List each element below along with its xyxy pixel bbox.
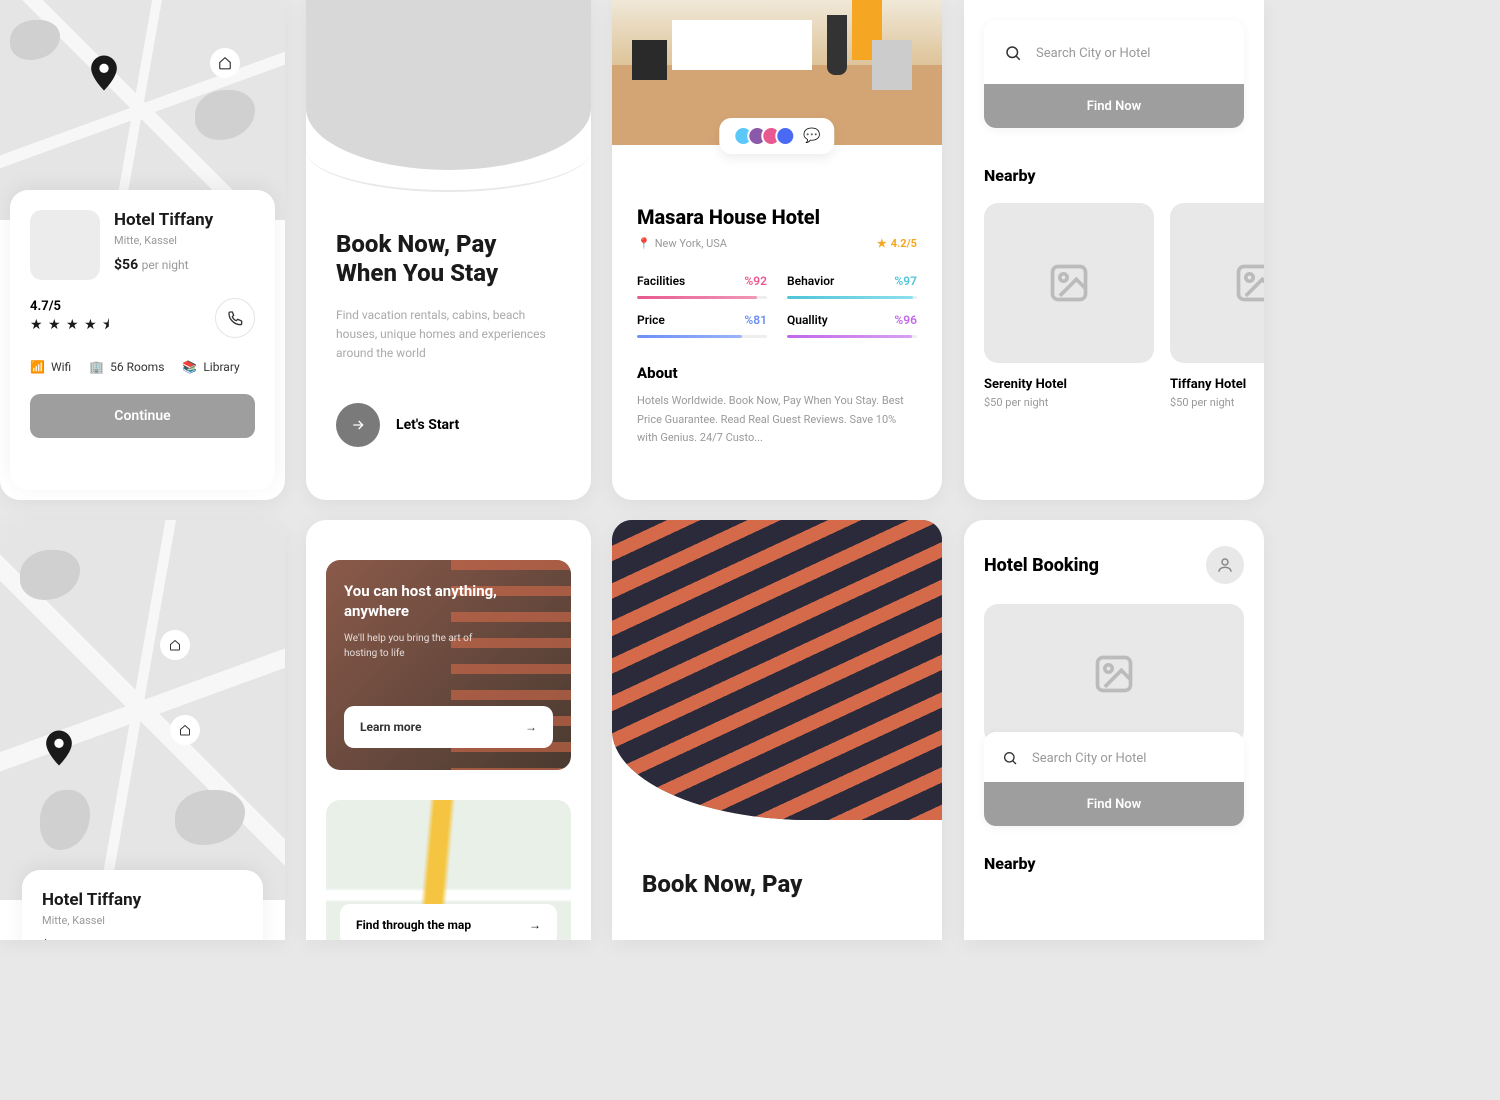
profile-button[interactable] [1206,546,1244,584]
screen-host-discover: You can host anything, anywhere We'll he… [306,520,591,940]
hotel-thumbnail [30,210,100,280]
map-pin-icon[interactable] [45,730,73,766]
map-pin-icon[interactable] [90,55,118,91]
nearby-card[interactable]: Serenity Hotel $50 per night [984,203,1154,409]
find-now-button[interactable]: Find Now [984,84,1244,128]
hotel-title: Masara House Hotel [637,205,917,229]
host-sub: We'll help you bring the art of hosting … [344,631,484,661]
start-button[interactable]: Let's Start [336,403,561,447]
amenity-rooms: 🏢56 Rooms [89,360,164,374]
learn-more-button[interactable]: Learn more → [344,706,553,748]
home-marker-icon[interactable] [170,715,200,745]
metric-facilities: Facilities%92 [637,274,767,299]
image-placeholder-icon [1170,203,1264,363]
arrow-right-icon: → [529,918,541,932]
wifi-icon: 📶 [30,360,45,374]
nearby-heading: Nearby [984,854,1244,873]
screen-onboarding: Book Now, Pay When You Stay Find vacatio… [306,0,591,500]
nearby-card[interactable]: Tiffany Hotel $50 per night [1170,203,1264,409]
rating-value: 4.7/5 [30,299,111,314]
hotel-name: Hotel Tiffany [42,890,243,910]
screen-hotel-detail-masara: 💬 Masara House Hotel 📍New York, USA ★4.2… [612,0,942,500]
image-placeholder-icon [984,203,1154,363]
headline: Book Now, Pay When You Stay [336,230,561,288]
call-button[interactable] [215,298,255,338]
about-text: Hotels Worldwide. Book Now, Pay When You… [637,392,917,448]
rooms-icon: 🏢 [89,360,104,374]
metric-price: Price%81 [637,313,767,338]
search-input[interactable]: Search City or Hotel [984,20,1244,86]
nearby-list[interactable]: Serenity Hotel $50 per night Tiffany Hot… [984,203,1244,409]
screen-search-nearby: Search City or Hotel Find Now Nearby Ser… [964,0,1264,500]
screen-hotel-booking-home: Hotel Booking Search City or Hotel Find … [964,520,1264,940]
search-icon [1002,750,1018,766]
search-icon [1004,44,1022,62]
guest-avatars[interactable]: 💬 [719,118,834,154]
user-icon [1216,556,1234,574]
find-now-button[interactable]: Find Now [984,782,1244,826]
metric-behavior: Behavior%97 [787,274,917,299]
home-marker-icon[interactable] [210,48,240,78]
screen-map-hotel-detail: Hotel Tiffany Mitte, Kassel $56 per nigh… [0,0,285,500]
page-title: Hotel Booking [984,555,1099,576]
subheadline: Find vacation rentals, cabins, beach hou… [336,306,561,364]
find-map-button[interactable]: Find through the map → [340,904,557,940]
library-icon: 📚 [182,360,197,374]
search-input[interactable]: Search City or Hotel [984,732,1244,784]
hotel-location: 📍New York, USA [637,237,727,250]
screen-onboarding-2: Book Now, Pay [612,520,942,940]
pin-icon: 📍 [637,237,651,250]
chat-icon: 💬 [803,128,820,144]
hero-image-placeholder [984,604,1244,744]
arrow-right-icon [336,403,380,447]
screen-map-hotel-detail-2: ← Hotel Tiffany Mitte, Kassel $56 per ni… [0,520,285,940]
hotel-rating: ★4.2/5 [877,237,917,250]
host-card: You can host anything, anywhere We'll he… [326,560,571,770]
amenity-library: 📚Library [182,360,239,374]
continue-button[interactable]: Continue [30,394,255,438]
hotel-card: Hotel Tiffany Mitte, Kassel $56 per nigh… [10,190,275,490]
amenity-wifi: 📶Wifi [30,360,71,374]
map-view[interactable] [0,520,285,900]
host-title: You can host anything, anywhere [344,582,553,621]
hero-image [306,0,591,170]
about-heading: About [637,364,917,382]
metric-quality: Quallity%96 [787,313,917,338]
hotel-price: $56 per night [42,937,243,940]
rating-stars-icon: ★ ★ ★ ★ ⯨ [30,314,111,338]
hotel-card: Hotel Tiffany Mitte, Kassel $56 per nigh… [22,870,263,940]
home-marker-icon[interactable] [160,630,190,660]
map-discover-card[interactable]: Find through the map → [326,800,571,940]
map-view[interactable] [0,0,285,220]
star-icon: ★ [877,237,887,250]
hotel-location: Mitte, Kassel [42,914,243,927]
arrow-right-icon: → [525,720,537,734]
nearby-heading: Nearby [984,166,1244,185]
headline: Book Now, Pay [642,870,912,899]
hero-building-photo [612,520,942,820]
